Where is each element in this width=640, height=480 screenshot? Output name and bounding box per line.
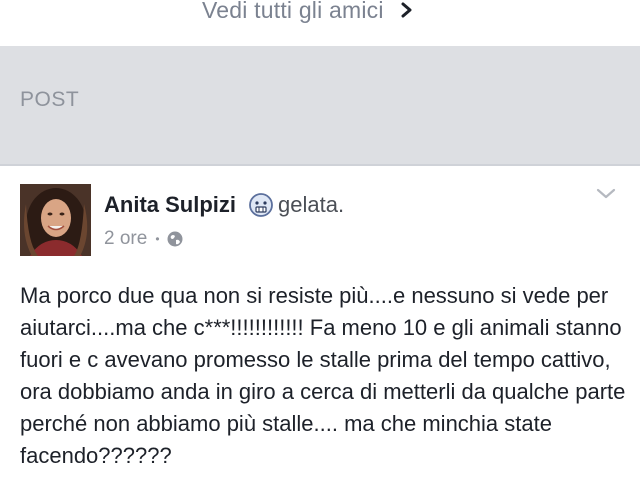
post-timestamp[interactable]: 2 ore — [104, 228, 147, 250]
section-divider — [0, 164, 640, 166]
posts-section-header — [0, 46, 640, 164]
posts-section-title: POST — [20, 88, 80, 111]
author-name[interactable]: Anita Sulpizi — [104, 192, 236, 218]
post-menu-chevron-down-icon[interactable] — [594, 186, 618, 202]
see-all-friends-label: Vedi tutti gli amici — [202, 0, 384, 23]
feeling-text: gelata. — [278, 192, 345, 217]
cold-face-icon — [248, 192, 274, 218]
see-all-friends-link[interactable]: Vedi tutti gli amici — [202, 0, 416, 28]
avatar[interactable] — [20, 184, 91, 256]
friends-footer: Vedi tutti gli amici — [0, 0, 640, 46]
meta-separator: • — [155, 232, 160, 246]
chevron-right-icon — [398, 0, 416, 22]
post-text: Ma porco due qua non si resiste più....e… — [20, 283, 626, 468]
post-header: Anita Sulpizi gelata. — [104, 192, 344, 218]
post-meta: 2 ore • — [104, 228, 184, 250]
globe-icon[interactable] — [166, 230, 184, 248]
